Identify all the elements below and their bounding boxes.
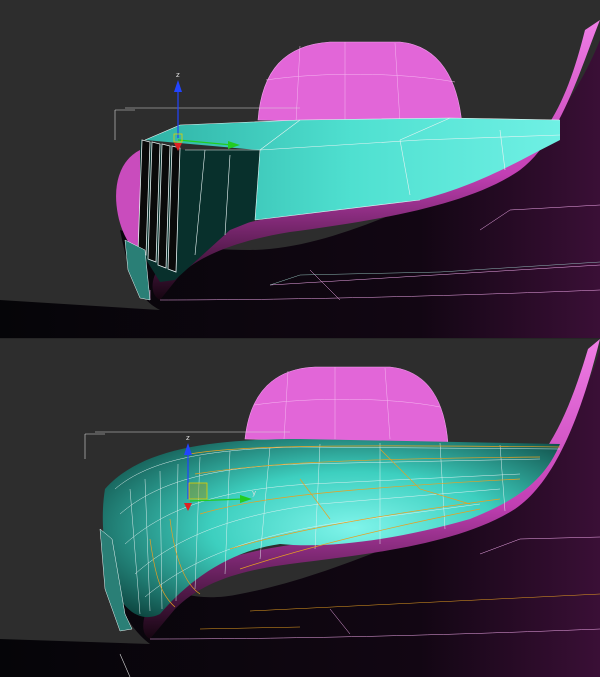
z-axis-arrow [174,80,182,92]
z-axis-label: z [186,434,190,442]
y-axis-label: y [252,489,256,497]
z-axis-label: z [176,71,180,79]
viewport-top[interactable]: z [0,0,600,338]
viewport-bottom[interactable]: z y [0,339,600,677]
modeling-application: z z y [0,0,600,677]
viewport-bottom-scene[interactable]: z y [0,339,600,677]
viewport-top-scene[interactable]: z [0,0,600,338]
gizmo-plane-handle [188,482,208,500]
headrest-fin [257,41,463,126]
headrest-fin [244,366,449,445]
